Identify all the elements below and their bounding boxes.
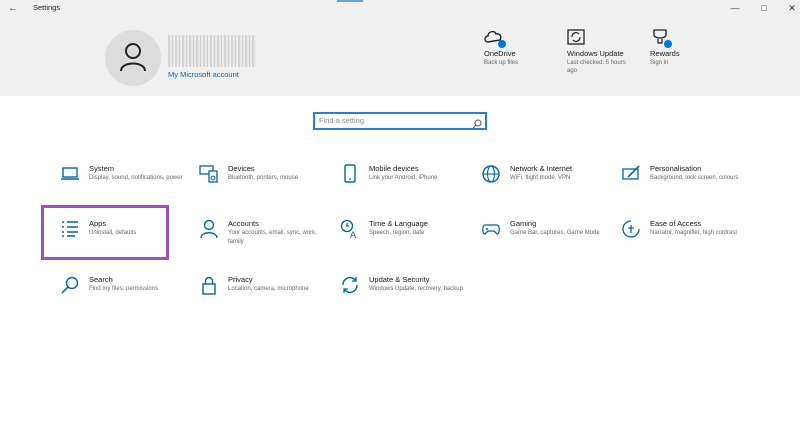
tile-desc: Background, lock screen, colours xyxy=(650,175,739,181)
tile-desc: Location, camera, microphone xyxy=(228,286,309,292)
tile-desc: Display, sound, notifications, power xyxy=(89,175,183,181)
refresh-icon xyxy=(567,29,587,47)
tile-mobile-devices[interactable]: Mobile devices Link your Android, iPhone xyxy=(340,164,480,206)
tile-desc: Narrator, magnifier, high contrast xyxy=(650,230,738,236)
maximize-icon[interactable]: □ xyxy=(757,2,771,15)
laptop-icon xyxy=(60,164,80,184)
cloud-icon xyxy=(484,29,506,48)
tile-privacy[interactable]: Privacy Location, camera, microphone xyxy=(199,275,339,317)
tile-update-security[interactable]: Update & Security Windows Update, recove… xyxy=(340,275,480,317)
windows-update-title: Windows Update xyxy=(567,49,624,58)
tile-desc: Your accounts, email, sync, work, family xyxy=(228,230,317,245)
onedrive-tile[interactable]: OneDrive Back up files xyxy=(484,29,574,67)
sync-icon xyxy=(340,275,360,295)
lock-icon xyxy=(199,275,219,295)
tile-desc: Speech, region, date xyxy=(369,230,425,236)
tile-desc: Find my files, permissions xyxy=(89,286,159,292)
back-arrow-icon[interactable]: ← xyxy=(6,2,20,15)
phone-icon xyxy=(340,164,360,184)
tile-desc: Link your Android, iPhone xyxy=(369,175,438,181)
globe-icon xyxy=(481,164,501,184)
user-icon xyxy=(120,43,146,72)
tile-system[interactable]: System Display, sound, notifications, po… xyxy=(60,164,200,206)
window-title: Settings xyxy=(33,3,61,12)
tile-title: Network & Internet xyxy=(510,164,573,173)
trophy-icon xyxy=(650,29,672,48)
tile-title: Privacy xyxy=(228,275,253,284)
search-placeholder: Find a setting xyxy=(319,116,365,125)
close-icon[interactable]: ✕ xyxy=(785,2,799,15)
gamepad-icon xyxy=(481,219,501,239)
tile-devices[interactable]: Devices Bluetooth, printers, mouse xyxy=(199,164,339,206)
rewards-tile[interactable]: Rewards Sign in xyxy=(650,29,740,67)
title-bar: ← Settings — □ ✕ xyxy=(0,0,800,17)
tile-accounts[interactable]: Accounts Your accounts, email, sync, wor… xyxy=(199,219,339,261)
tile-title: Time & Language xyxy=(369,219,428,228)
tile-network[interactable]: Network & Internet WiFi, flight mode, VP… xyxy=(481,164,621,206)
tile-time-language[interactable]: A Time & Language Speech, region, date xyxy=(340,219,480,261)
person-icon xyxy=(199,219,219,239)
minimize-icon[interactable]: — xyxy=(728,2,742,15)
account-name-blurred xyxy=(168,35,256,67)
keyboard-speaker-icon xyxy=(199,164,219,184)
tile-title: Devices xyxy=(228,164,255,173)
tile-title: Update & Security xyxy=(369,275,430,284)
tile-title: Accounts xyxy=(228,219,259,228)
tile-desc: Windows Update, recovery, backup xyxy=(369,286,463,292)
tile-title: System xyxy=(89,164,115,173)
svg-text:A: A xyxy=(350,231,357,239)
tile-title: Gaming xyxy=(510,219,537,228)
rewards-subtitle: Sign in xyxy=(650,60,669,66)
tile-desc: Game Bar, captures, Game Mode xyxy=(510,230,600,236)
tile-title: Mobile devices xyxy=(369,164,419,173)
title-accent-bar xyxy=(337,0,363,2)
rewards-title: Rewards xyxy=(650,49,680,58)
tile-ease-of-access[interactable]: Ease of Access Narrator, magnifier, high… xyxy=(621,219,761,261)
windows-update-tile[interactable]: Windows Update Last checked: 5 hours ago xyxy=(567,29,631,75)
tile-title: Ease of Access xyxy=(650,219,702,228)
tile-search[interactable]: Search Find my files, permissions xyxy=(60,275,200,317)
search-icon xyxy=(472,116,482,134)
tile-personalisation[interactable]: Personalisation Background, lock screen,… xyxy=(621,164,761,206)
onedrive-subtitle: Back up files xyxy=(484,60,519,66)
time-language-icon: A xyxy=(340,219,360,241)
apps-highlight-box xyxy=(41,205,169,260)
windows-update-subtitle: Last checked: 5 hours ago xyxy=(567,60,626,74)
pen-screen-icon xyxy=(621,164,641,184)
tile-desc: WiFi, flight mode, VPN xyxy=(510,175,571,181)
tile-title: Search xyxy=(89,275,113,284)
tile-title: Personalisation xyxy=(650,164,702,173)
avatar xyxy=(105,30,161,86)
account-header: My Microsoft account OneDrive Back up fi… xyxy=(0,17,800,96)
search-icon xyxy=(60,275,80,295)
tile-desc: Bluetooth, printers, mouse xyxy=(228,175,299,181)
onedrive-title: OneDrive xyxy=(484,49,516,58)
ease-of-access-icon xyxy=(621,219,641,239)
search-input[interactable]: Find a setting xyxy=(313,112,487,130)
tile-gaming[interactable]: Gaming Game Bar, captures, Game Mode xyxy=(481,219,621,261)
microsoft-account-link[interactable]: My Microsoft account xyxy=(168,70,239,79)
